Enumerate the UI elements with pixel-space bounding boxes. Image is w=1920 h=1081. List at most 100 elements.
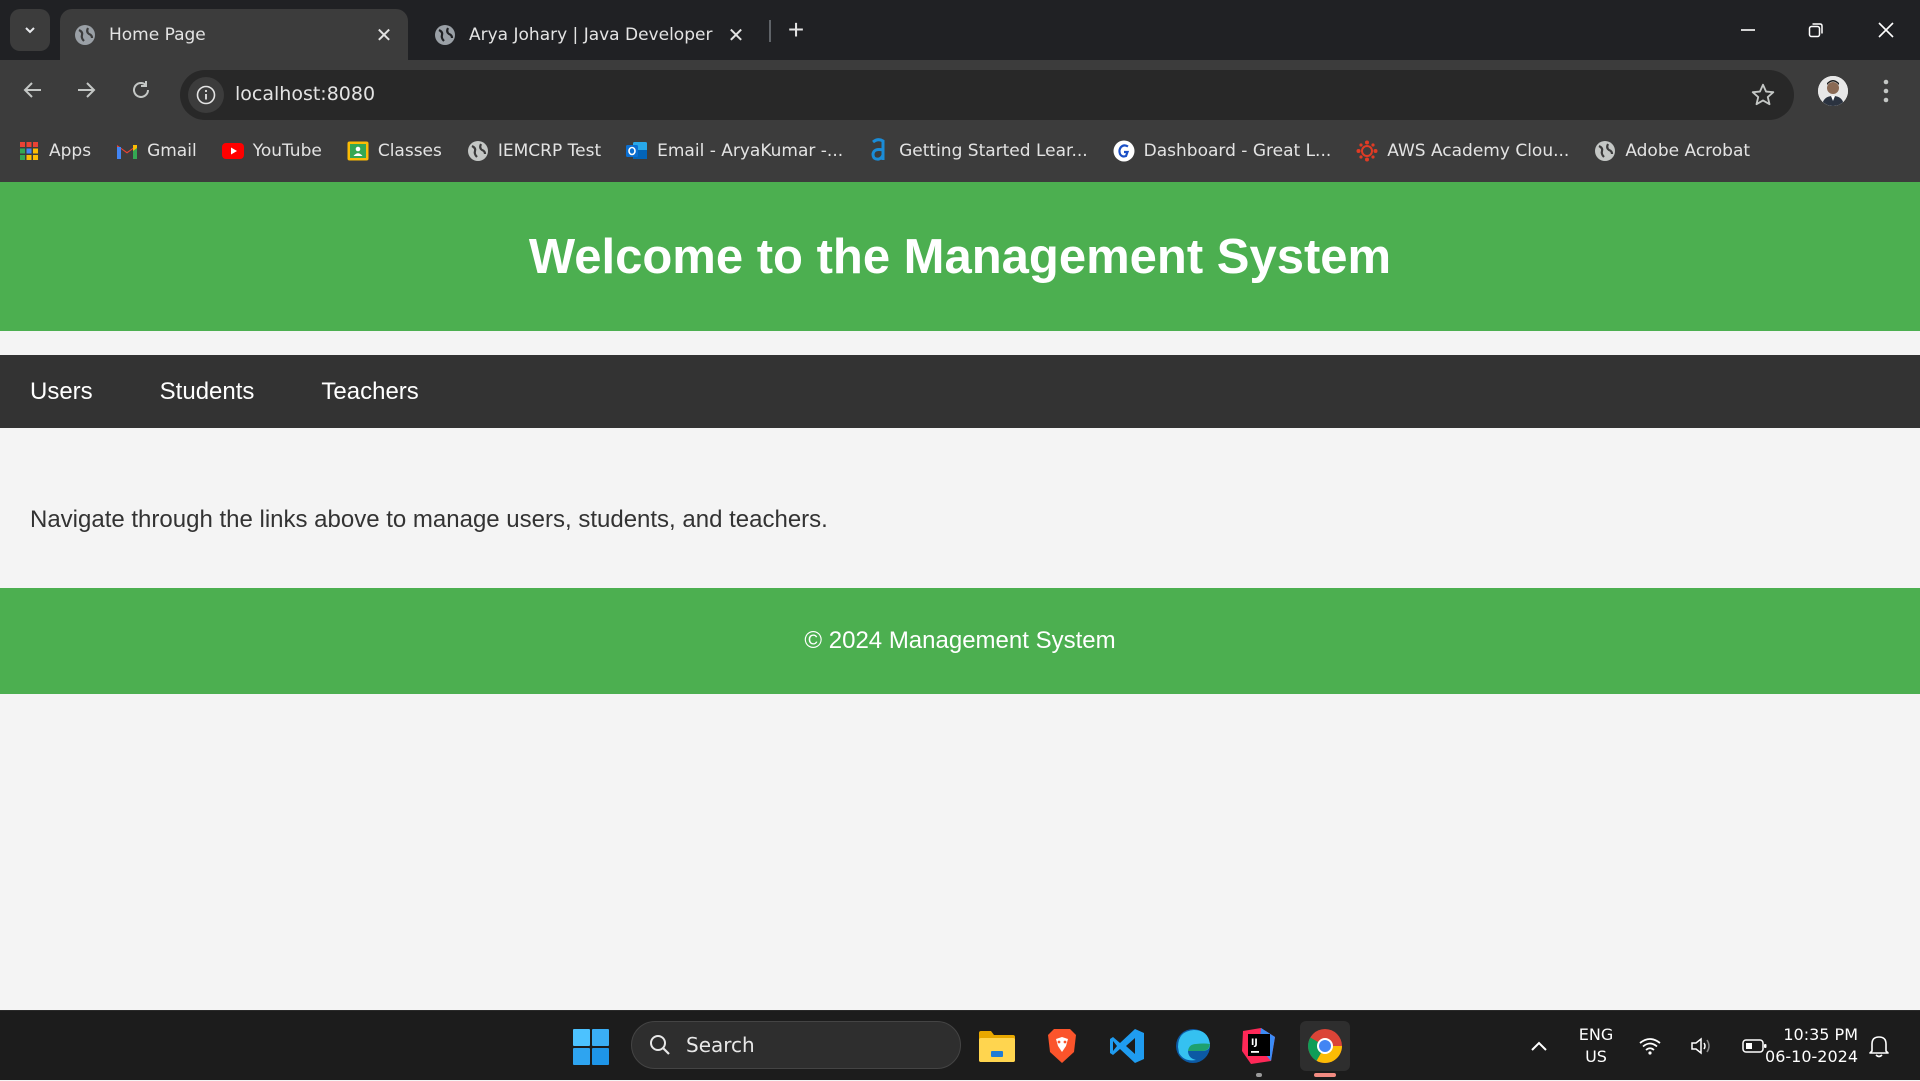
forward-button[interactable]: [68, 72, 104, 108]
bookmark-dashboard-great-learning[interactable]: Dashboard - Great L...: [1113, 140, 1332, 162]
minimize-icon: [1741, 29, 1755, 31]
chrome-icon: [1308, 1029, 1342, 1063]
bookmark-iemcrp-test[interactable]: IEMCRP Test: [467, 140, 601, 162]
bookmark-label: Getting Started Lear...: [899, 141, 1088, 161]
arrow-right-icon: [78, 82, 96, 98]
bookmark-aws-academy[interactable]: AWS Academy Clou...: [1356, 140, 1569, 162]
chevron-down-icon: [25, 27, 35, 34]
new-tab-button[interactable]: +: [780, 14, 812, 46]
show-hidden-icons-button[interactable]: [1524, 1011, 1554, 1081]
nav-link-teachers[interactable]: Teachers: [321, 378, 418, 406]
taskbar-search[interactable]: Search: [631, 1021, 961, 1069]
bookmark-classes[interactable]: Classes: [347, 140, 442, 162]
taskbar-file-explorer[interactable]: [972, 1021, 1022, 1071]
globe-icon: [435, 24, 455, 45]
more-menu-icon[interactable]: [1874, 74, 1898, 108]
profile-avatar[interactable]: [1818, 76, 1848, 106]
search-icon: [650, 1035, 670, 1055]
info-icon: [196, 85, 216, 105]
web-page: Welcome to the Management System Users S…: [0, 182, 1920, 1010]
canvas-icon: [1356, 140, 1378, 162]
back-button[interactable]: [15, 72, 51, 108]
tab-arya-johary[interactable]: Arya Johary | Java Developer ✕: [420, 9, 760, 60]
browser-toolbar: localhost:8080: [0, 60, 1920, 120]
taskbar-intellij[interactable]: IJ: [1234, 1021, 1284, 1077]
language-code: ENG: [1578, 1025, 1614, 1044]
site-header: Welcome to the Management System: [0, 182, 1920, 331]
taskbar-chrome[interactable]: [1300, 1021, 1350, 1077]
bookmark-label: AWS Academy Clou...: [1387, 141, 1570, 161]
great-learning-icon: [1113, 140, 1135, 162]
site-nav: Users Students Teachers: [0, 355, 1920, 428]
bookmark-label: Classes: [377, 141, 442, 161]
bookmark-label: Email - AryaKumar -...: [657, 141, 844, 161]
bookmark-label: Apps: [49, 141, 92, 161]
svg-text:IJ: IJ: [1251, 1038, 1258, 1048]
file-explorer-icon: [979, 1031, 1015, 1062]
active-indicator: [1314, 1073, 1336, 1077]
close-icon: [1878, 22, 1894, 38]
windows-taskbar: Search IJ ENG US 10:35 PM 06-10-2024: [0, 1010, 1920, 1080]
nav-link-students[interactable]: Students: [160, 378, 255, 406]
site-info-button[interactable]: [188, 77, 224, 113]
bookmark-label: IEMCRP Test: [497, 141, 602, 161]
close-window-button[interactable]: [1852, 0, 1920, 60]
vscode-icon: [1110, 1029, 1144, 1063]
bookmark-star-icon[interactable]: [1750, 82, 1776, 108]
globe-icon: [467, 141, 488, 161]
reload-button[interactable]: [123, 72, 159, 108]
taskbar-brave[interactable]: [1037, 1021, 1087, 1071]
clock[interactable]: 10:35 PM 06-10-2024: [1758, 1011, 1858, 1081]
tab-title: Arya Johary | Java Developer: [469, 24, 713, 45]
minimize-button[interactable]: [1714, 0, 1782, 60]
brave-icon: [1048, 1029, 1076, 1063]
bookmark-email[interactable]: Email - AryaKumar -...: [626, 140, 843, 162]
taskbar-edge[interactable]: [1168, 1021, 1218, 1071]
language-indicator[interactable]: ENG US: [1575, 1011, 1617, 1081]
bookmark-apps[interactable]: Apps: [18, 140, 91, 162]
bookmark-adobe-acrobat[interactable]: Adobe Acrobat: [1594, 140, 1750, 162]
nav-link-users[interactable]: Users: [30, 378, 93, 406]
clock-time: 10:35 PM: [1783, 1025, 1858, 1044]
clock-date: 06-10-2024: [1765, 1047, 1858, 1066]
system-tray-status[interactable]: [1638, 1011, 1768, 1081]
notifications-button[interactable]: [1862, 1011, 1896, 1081]
tab-strip: Home Page ✕ Arya Johary | Java Developer…: [0, 0, 1920, 60]
youtube-icon: [221, 143, 244, 159]
intellij-icon: IJ: [1242, 1028, 1275, 1064]
intro-text: Navigate through the links above to mana…: [30, 506, 828, 533]
taskbar-vscode[interactable]: [1102, 1021, 1152, 1071]
bookmark-label: Dashboard - Great L...: [1143, 141, 1332, 161]
globe-icon: [1595, 141, 1616, 161]
bookmark-label: YouTube: [252, 141, 322, 161]
profile-photo-icon: [1818, 76, 1848, 106]
restore-icon: [1808, 23, 1823, 38]
bookmark-label: Gmail: [147, 141, 197, 161]
wifi-icon: [1639, 1038, 1661, 1055]
bookmark-getting-started[interactable]: Getting Started Lear...: [868, 138, 1088, 162]
windows-start-icon[interactable]: [572, 1028, 610, 1066]
bookmark-gmail[interactable]: Gmail: [116, 140, 197, 162]
bookmark-youtube[interactable]: YouTube: [221, 140, 322, 162]
tab-search-button[interactable]: [10, 9, 50, 51]
close-tab-icon[interactable]: ✕: [722, 21, 750, 49]
bell-icon: [1869, 1036, 1889, 1058]
site-footer: © 2024 Management System: [0, 588, 1920, 694]
bookmark-label: Adobe Acrobat: [1625, 141, 1751, 161]
bookmarks-bar: Apps Gmail YouTube Classes IEMCRP Test E…: [0, 120, 1920, 182]
outlook-icon: [626, 142, 648, 159]
reload-icon: [133, 81, 149, 98]
arrow-left-icon: [23, 82, 41, 98]
search-placeholder: Search: [686, 1033, 755, 1057]
close-tab-icon[interactable]: ✕: [370, 21, 398, 49]
gmail-icon: [117, 145, 138, 159]
volume-icon: [1691, 1037, 1710, 1055]
address-bar[interactable]: localhost:8080: [180, 70, 1794, 120]
google-classroom-icon: [347, 141, 369, 161]
page-title: Welcome to the Management System: [528, 229, 1392, 284]
restore-button[interactable]: [1782, 0, 1850, 60]
footer-text: © 2024 Management System: [804, 627, 1116, 654]
edge-icon: [1176, 1029, 1210, 1063]
tab-home-page[interactable]: Home Page ✕: [60, 9, 408, 60]
url-text[interactable]: localhost:8080: [235, 83, 375, 105]
